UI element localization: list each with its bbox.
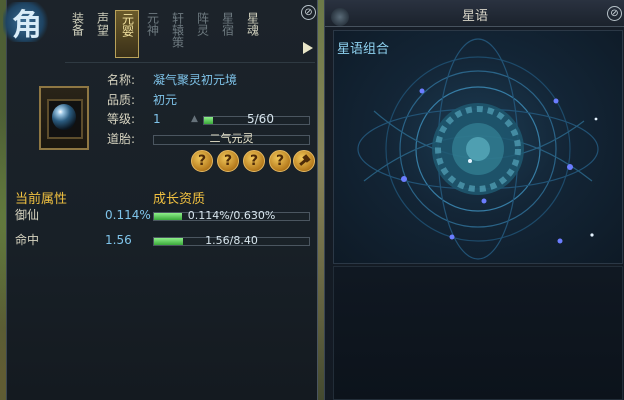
level-progress-fill xyxy=(204,117,213,124)
embryo-value: 二气元灵 xyxy=(209,132,254,145)
attribute-name: 御仙 xyxy=(15,208,40,222)
tab-scroll-right-icon[interactable] xyxy=(303,42,313,54)
tab-5[interactable]: 阵灵 xyxy=(190,10,214,58)
star-constellation-view[interactable] xyxy=(333,30,623,264)
quality-label: 品质: xyxy=(107,93,136,107)
attribute-value: 0.114% xyxy=(105,208,151,222)
tab-0[interactable]: 装备 xyxy=(65,10,89,58)
star-language-panel: 星语 ⊘ 星语组合 xyxy=(324,0,624,400)
unknown-skill-icon[interactable]: ? xyxy=(191,150,213,172)
close-button[interactable]: ⊘ xyxy=(607,6,622,21)
forge-hammer-icon[interactable] xyxy=(293,150,315,172)
panel-header: 星语 ⊘ xyxy=(325,0,624,27)
tab-3[interactable]: 元神 xyxy=(140,10,164,58)
attribute-value: 1.56 xyxy=(105,233,132,247)
soul-orb-icon xyxy=(52,104,76,130)
level-value: 1 xyxy=(153,112,161,126)
growth-progress-bar: 0.114%/0.630% xyxy=(153,209,310,222)
current-attributes-header: 当前属性 xyxy=(15,192,68,207)
star-combination-title: 星语组合 xyxy=(337,42,390,57)
tab-7[interactable]: 星魂 xyxy=(240,10,264,58)
quality-value: 初元 xyxy=(153,93,178,107)
level-label: 等级: xyxy=(107,112,136,126)
constellation-graphic xyxy=(357,38,599,260)
tab-bar: 装备 声望 元婴 元神 轩辕策 阵灵 星宿 星魂 xyxy=(65,10,265,60)
tab-1[interactable]: 声望 xyxy=(90,10,114,58)
nascent-soul-item-slot[interactable] xyxy=(39,86,89,150)
tab-divider xyxy=(65,62,315,63)
level-up-arrow-icon: ▲ xyxy=(191,114,198,124)
lower-empty-area xyxy=(333,266,623,400)
tab-4[interactable]: 轩辕策 xyxy=(165,10,189,58)
growth-progress-bar: 1.56/8.40 xyxy=(153,234,310,247)
growth-progress-text: 1.56/8.40 xyxy=(205,234,258,247)
attribute-name: 命中 xyxy=(15,233,40,247)
unknown-skill-icon[interactable]: ? xyxy=(243,150,265,172)
level-progress-text: 5/60 xyxy=(247,112,274,126)
tab-2[interactable]: 元婴 xyxy=(115,10,139,58)
embryo-bar: 二气元灵 xyxy=(153,132,310,145)
tab-6[interactable]: 星宿 xyxy=(215,10,239,58)
character-panel: 角 装备 声望 元婴 元神 轩辕策 阵灵 星宿 星魂 ⊘ 名称: 凝气聚灵初元境 品质: 初元… xyxy=(3,0,318,400)
character-emblem-icon: 角 xyxy=(3,2,51,43)
growth-aptitude-header: 成长资质 xyxy=(153,192,206,207)
name-value: 凝气聚灵初元境 xyxy=(153,73,238,87)
unknown-skill-icon[interactable]: ? xyxy=(217,150,239,172)
close-button[interactable]: ⊘ xyxy=(301,5,316,20)
growth-progress-text: 0.114%/0.630% xyxy=(187,209,276,222)
embryo-label: 道胎: xyxy=(107,132,136,146)
unknown-skill-icon[interactable]: ? xyxy=(269,150,291,172)
name-label: 名称: xyxy=(107,73,136,87)
panel-title: 星语 xyxy=(461,9,488,24)
